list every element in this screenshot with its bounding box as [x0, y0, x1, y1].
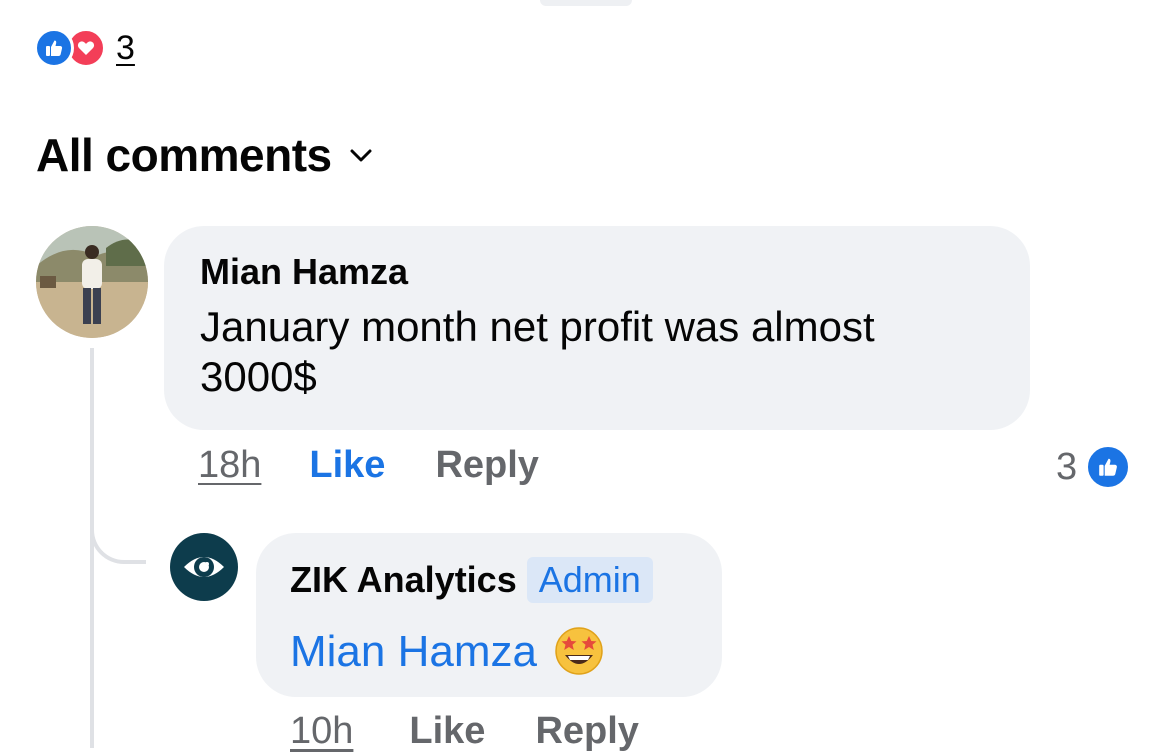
previous-element-edge	[540, 0, 632, 6]
comment-bubble: Mian Hamza January month net profit was …	[164, 226, 1030, 430]
comments-sort-dropdown[interactable]: All comments	[36, 128, 372, 182]
comment-timestamp[interactable]: 18h	[198, 444, 261, 487]
comment-like-count[interactable]: 3	[1056, 444, 1132, 490]
reply-bubble: ZIK Analytics Admin Mian Hamza	[256, 533, 722, 697]
thread-line	[90, 348, 94, 748]
admin-badge: Admin	[526, 557, 653, 603]
reply-author[interactable]: ZIK Analytics	[290, 558, 517, 602]
comment-actions: 18h Like Reply	[198, 444, 539, 487]
mention-link[interactable]: Mian Hamza	[290, 626, 537, 678]
reaction-summary[interactable]: 3	[34, 26, 135, 70]
avatar[interactable]	[170, 533, 238, 601]
like-button[interactable]: Like	[309, 444, 385, 487]
like-count: 3	[1056, 445, 1078, 488]
star-struck-emoji-icon	[551, 621, 607, 682]
like-icon	[1085, 444, 1132, 490]
like-icon	[34, 28, 74, 68]
reaction-count[interactable]: 3	[116, 29, 135, 68]
avatar[interactable]	[36, 226, 148, 338]
comment-author[interactable]: Mian Hamza	[200, 250, 994, 294]
chevron-down-icon	[350, 149, 372, 168]
eye-logo-icon	[184, 557, 224, 577]
reply-button[interactable]: Reply	[435, 444, 538, 487]
comments-sort-label: All comments	[36, 129, 332, 181]
comment-text: January month net profit was almost 3000…	[200, 303, 875, 400]
reply-connector	[90, 508, 146, 564]
